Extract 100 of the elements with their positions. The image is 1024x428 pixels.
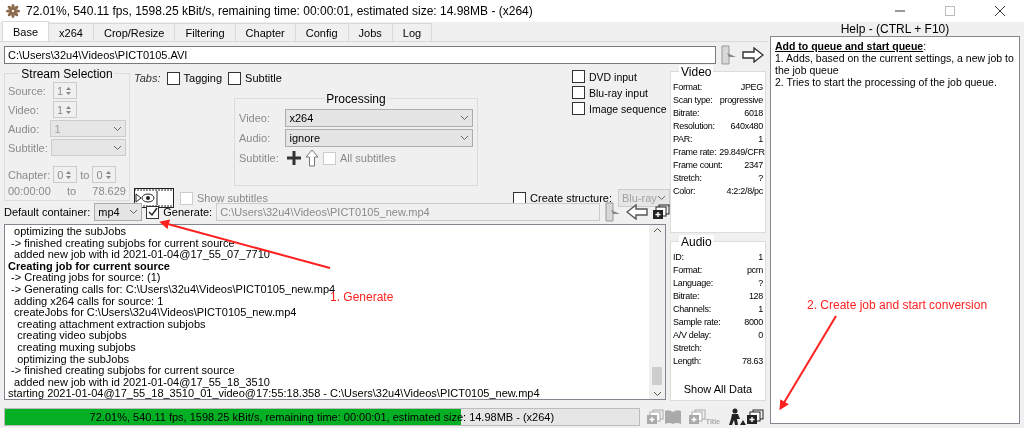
- log-line: Creating job for current source: [8, 260, 170, 273]
- info-label: Stretch:: [673, 172, 702, 183]
- dropdown[interactable]: x264: [285, 109, 473, 127]
- info-label: Format:: [673, 264, 702, 275]
- app-icon: [6, 4, 20, 18]
- checkbox[interactable]: Tagging: [166, 71, 223, 85]
- chevron-down-icon: [460, 135, 469, 141]
- log-line: creating attachment extraction subjobs: [16, 318, 206, 331]
- window-title: 72.01%, 540.11 fps, 1598.25 kBit/s, remaining time: 00:00:01, estimated size: 14.98MB - (x264): [26, 4, 534, 18]
- info-label: ID:: [673, 251, 684, 262]
- info-value: 29.849/CFR: [719, 146, 765, 157]
- arrow-left-icon[interactable]: [626, 204, 648, 220]
- log-line: creating video subjobs: [16, 330, 127, 342]
- checkbox[interactable]: Subtitle: [228, 71, 282, 85]
- help-heading: Add to queue and start queue:: [775, 40, 928, 52]
- info-label: Frame rate:: [673, 146, 717, 157]
- info-value: 6018: [744, 107, 763, 118]
- spin-arrows-icon: [104, 168, 112, 181]
- info-label: Stretch:: [673, 342, 702, 353]
- log-line: createJobs for C:\Users\32u4\Videos\PICT0105_new.mp4: [13, 307, 297, 319]
- field-label: Audio:: [239, 132, 272, 144]
- info-label: A/V delay:: [673, 329, 712, 340]
- chevron-down-icon: [129, 209, 139, 215]
- info-value: ?: [758, 277, 763, 288]
- scrollbar[interactable]: [649, 225, 665, 399]
- add-job-icon[interactable]: [746, 409, 764, 425]
- maximize-icon: [945, 6, 955, 16]
- panel-title: Stream Selection: [19, 67, 115, 81]
- checkbox[interactable]: Generate:: [146, 205, 213, 219]
- add-job-icon[interactable]: [652, 204, 670, 220]
- info-value: 0: [758, 329, 763, 340]
- field-label: Audio:: [8, 122, 41, 135]
- log-line: optimizing the subJobs: [13, 226, 126, 238]
- chevron-down-icon: [113, 144, 122, 151]
- info-label: Format:: [673, 81, 702, 92]
- info-value: 640x480: [730, 120, 763, 131]
- log-line: -> finished creating subjobs for current source: [10, 237, 235, 250]
- info-label: PAR:: [673, 133, 693, 144]
- worker-icon[interactable]: [728, 408, 746, 426]
- annotation-text: 2. Create job and start conversion: [807, 298, 988, 312]
- info-value: ?: [758, 172, 763, 183]
- field-label: to: [80, 168, 90, 181]
- tab[interactable]: Crop/Resize: [92, 23, 176, 41]
- info-label: Bitrate:: [673, 107, 700, 118]
- tab[interactable]: Chapter: [234, 23, 296, 41]
- info-label: Sample rate:: [673, 316, 721, 327]
- info-label: Bitrate:: [673, 290, 700, 301]
- dropdown[interactable]: ignore: [285, 129, 473, 147]
- log-line: added new job with id 2021-01-04@17_55_07_7710: [13, 249, 270, 261]
- field-label: to: [67, 185, 77, 197]
- plus-icon[interactable]: [287, 151, 301, 165]
- info-label: Language:: [673, 277, 713, 288]
- info-label: Resolution:: [673, 120, 715, 131]
- source-path-field[interactable]: C:\Users\32u4\Videos\PICT0105.AVI: [4, 45, 716, 64]
- info-label: Color:: [673, 185, 696, 196]
- tab[interactable]: Base: [2, 21, 50, 41]
- log-line: starting 2021-01-04@17_55_18_3510_01_video@17:55:18.358 - C:\Users\32u4\Videos\PICT0105_new.mp4: [8, 388, 540, 399]
- panel-title: Audio: [679, 235, 714, 249]
- scroll-thumb[interactable]: [652, 367, 662, 385]
- info-value: 78.63: [741, 355, 763, 366]
- checkbox[interactable]: DVD input: [572, 70, 670, 83]
- tab[interactable]: Config: [294, 23, 349, 41]
- tabs-label: Tabs:: [134, 72, 161, 84]
- log-line: added new job with id 2021-01-04@17_55_18_3510: [13, 376, 270, 389]
- info-value: progressive: [719, 94, 763, 105]
- info-label: Scan type:: [673, 94, 713, 105]
- info-label: Frame count:: [673, 159, 723, 170]
- checkbox[interactable]: Blu-ray input: [572, 86, 670, 99]
- log-line: -> Creating jobs for source: (1): [11, 272, 161, 284]
- show-all-data-button[interactable]: Show All Data: [681, 381, 755, 397]
- panel-title: Processing: [324, 92, 388, 106]
- panel-title: Video: [679, 65, 714, 79]
- info-value: pcm: [746, 264, 763, 275]
- dropdown[interactable]: mp4: [94, 203, 143, 221]
- info-value: 128: [748, 290, 763, 301]
- field-label: Source:: [8, 84, 47, 97]
- log-line: adding x264 calls for source: 1: [13, 295, 164, 308]
- end-time: 78.629: [92, 185, 126, 197]
- spin-arrows-icon: [65, 168, 73, 181]
- scroll-down-icon[interactable]: [652, 391, 662, 397]
- spin-arrows-icon: [65, 103, 73, 116]
- help-step: 1. Adds, based on the current settings, a new job to the job queue: [775, 52, 1015, 76]
- info-value: 1: [758, 251, 763, 262]
- spin-arrows-icon: [65, 84, 73, 97]
- field-label: Chapter:: [8, 168, 51, 181]
- log-line: optimizing the subJobs: [16, 353, 130, 366]
- film-preview-icon[interactable]: [134, 188, 174, 208]
- info-label: Length:: [673, 355, 701, 366]
- info-value: 8000: [744, 316, 763, 327]
- tab[interactable]: Log: [391, 23, 433, 41]
- info-label: Channels:: [673, 303, 711, 314]
- log-line: creating muxing subjobs: [16, 341, 136, 354]
- tab[interactable]: Filtering: [174, 23, 236, 41]
- arrow-up-icon[interactable]: [305, 149, 319, 167]
- field-label: Video:: [8, 103, 40, 116]
- scroll-up-icon[interactable]: [652, 227, 662, 233]
- checkbox[interactable]: Image sequence: [572, 102, 670, 115]
- arrow-right-icon[interactable]: [742, 46, 764, 63]
- checkmark-icon: [147, 207, 158, 217]
- log-line: -> finished creating subjobs for current source: [10, 365, 235, 377]
